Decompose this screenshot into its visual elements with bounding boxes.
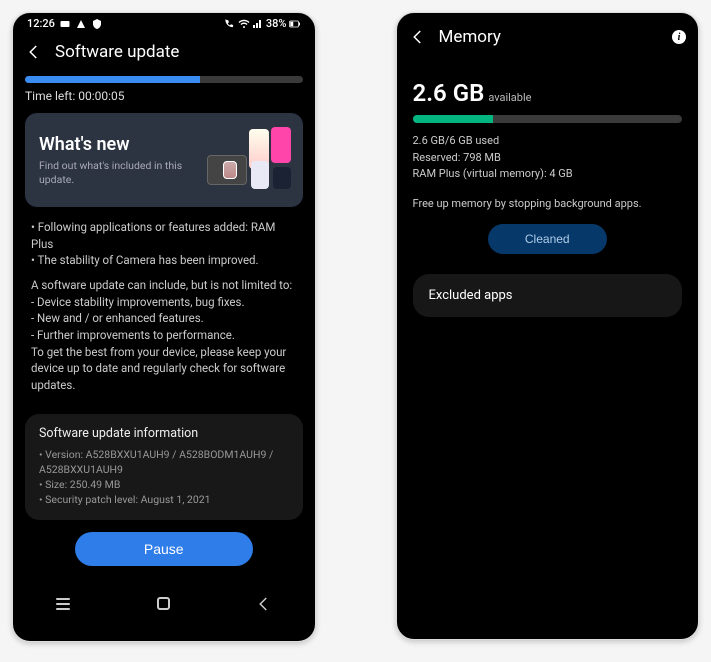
memory-free-up-hint: Free up memory by stopping background ap… (413, 197, 683, 210)
nav-bar (13, 584, 315, 622)
memory-available-heading: 2.6 GB available (413, 79, 683, 107)
nav-back-button[interactable] (252, 592, 276, 616)
page-title: Software update (55, 42, 179, 62)
update-info-card: Software update information • Version: A… (25, 414, 303, 520)
memory-available-label: available (488, 91, 531, 104)
battery-percent: 38% (266, 17, 287, 30)
back-arrow-icon[interactable] (25, 43, 43, 61)
update-info-body: • Version: A528BXXU1AUH9 / A528BODM1AUH9… (39, 447, 289, 508)
wifi-icon (238, 18, 250, 30)
status-time: 12:26 (27, 17, 55, 30)
time-left-label: Time left: 00:00:05 (25, 89, 303, 103)
software-update-screen: 12:26 38% Software update Time left: 00:… (12, 12, 316, 642)
header: Memory i (397, 13, 699, 55)
status-icon-2 (75, 18, 87, 30)
update-info-title: Software update information (39, 426, 289, 441)
signal-icon (252, 18, 264, 30)
pause-button[interactable]: Pause (75, 532, 253, 566)
info-icon[interactable]: i (672, 30, 686, 44)
excluded-apps-row[interactable]: Excluded apps (413, 274, 683, 317)
download-progress-fill (25, 76, 200, 83)
memory-ram-plus: RAM Plus (virtual memory): 4 GB (413, 166, 683, 183)
shield-icon (91, 18, 103, 30)
back-arrow-icon[interactable] (409, 28, 427, 46)
memory-usage-bar (413, 115, 683, 123)
memory-reserved: Reserved: 798 MB (413, 150, 683, 167)
whats-new-title: What's new (39, 134, 189, 155)
memory-used: 2.6 GB/6 GB used (413, 133, 683, 150)
whats-new-illustration (199, 125, 289, 195)
battery-icon (289, 18, 301, 30)
release-notes: • Following applications or features add… (25, 215, 303, 410)
release-notes-p2: A software update can include, but is no… (31, 277, 297, 394)
whats-new-subtitle: Find out what's included in this update. (39, 159, 189, 186)
download-progress-bar (25, 76, 303, 83)
nav-home-button[interactable] (152, 592, 176, 616)
memory-screen: Memory i 2.6 GB available 2.6 GB/6 GB us… (396, 12, 700, 640)
cleaned-button[interactable]: Cleaned (488, 224, 607, 254)
page-title: Memory (439, 27, 501, 47)
volte-icon (224, 18, 236, 30)
excluded-apps-label: Excluded apps (429, 288, 513, 303)
release-notes-p1: • Following applications or features add… (31, 219, 297, 269)
memory-usage-fill (413, 115, 494, 123)
memory-available-value: 2.6 GB (413, 79, 485, 107)
nav-recents-button[interactable] (51, 592, 75, 616)
status-bar: 12:26 38% (13, 13, 315, 32)
memory-stats: 2.6 GB/6 GB used Reserved: 798 MB RAM Pl… (413, 133, 683, 183)
whats-new-card[interactable]: What's new Find out what's included in t… (25, 113, 303, 207)
status-icon-1 (59, 18, 71, 30)
header: Software update (13, 32, 315, 70)
